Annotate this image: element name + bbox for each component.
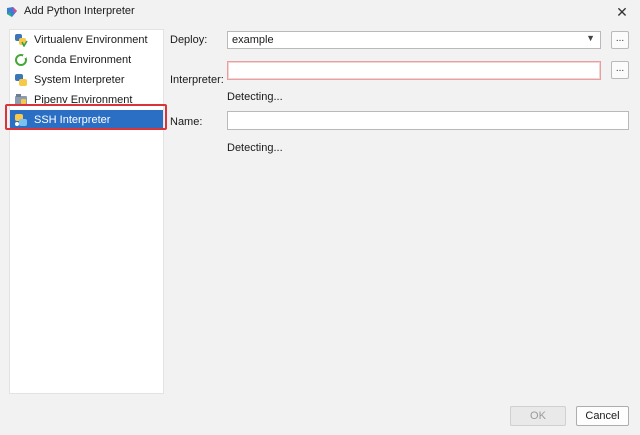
deploy-label: Deploy:: [170, 34, 208, 46]
ok-button[interactable]: OK: [510, 406, 566, 426]
deploy-selected-value: example: [232, 34, 274, 46]
app-logo-icon: [7, 7, 17, 17]
interpreter-status-text: Detecting...: [227, 91, 283, 103]
name-label: Name:: [170, 116, 203, 128]
deploy-browse-button[interactable]: ...: [611, 31, 629, 49]
virtualenv-python-icon: [15, 34, 28, 47]
dropdown-arrow-icon[interactable]: ▼: [586, 33, 595, 43]
cancel-button[interactable]: Cancel: [576, 406, 629, 426]
sidebar-item-virtualenv[interactable]: Virtualenv Environment: [10, 30, 163, 50]
close-button[interactable]: ✕: [614, 4, 630, 20]
sidebar-item-conda[interactable]: Conda Environment: [10, 50, 163, 70]
interpreter-label: Interpreter:: [170, 74, 224, 86]
interpreter-type-list: Virtualenv Environment Conda Environment…: [9, 29, 164, 394]
sidebar-item-label: SSH Interpreter: [34, 114, 111, 126]
name-status-text: Detecting...: [227, 142, 283, 154]
sidebar-item-label: System Interpreter: [34, 74, 125, 86]
python-icon: [15, 74, 27, 86]
title-bar: Add Python Interpreter ✕: [0, 0, 640, 24]
pipenv-icon: [15, 94, 27, 105]
sidebar-item-label: Virtualenv Environment: [34, 34, 148, 46]
sidebar-item-label: Pipenv Environment: [34, 94, 133, 106]
name-field[interactable]: [227, 111, 629, 130]
sidebar-item-system[interactable]: System Interpreter: [10, 70, 163, 90]
interpreter-browse-button[interactable]: ...: [611, 61, 629, 79]
sidebar-item-pipenv[interactable]: Pipenv Environment: [10, 90, 163, 110]
interpreter-path-field[interactable]: [227, 61, 601, 80]
deploy-dropdown[interactable]: example ▼: [227, 31, 601, 49]
sidebar-item-ssh[interactable]: SSH Interpreter: [10, 110, 163, 130]
ssh-python-icon: [15, 114, 27, 126]
conda-ring-icon: [15, 54, 27, 66]
add-python-interpreter-dialog: Add Python Interpreter ✕ Virtualenv Envi…: [0, 0, 640, 435]
window-title: Add Python Interpreter: [24, 5, 135, 17]
sidebar-item-label: Conda Environment: [34, 54, 132, 66]
